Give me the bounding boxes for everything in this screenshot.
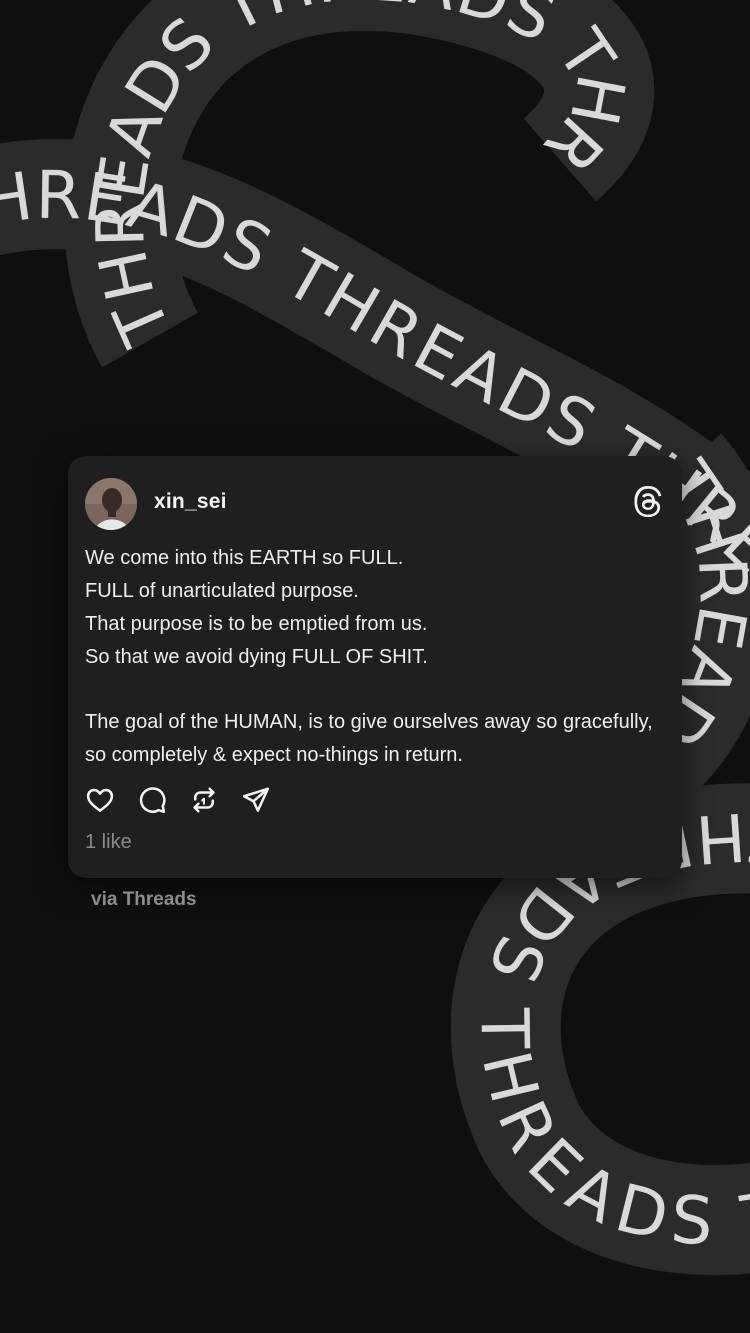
like-button[interactable] xyxy=(84,784,116,816)
repost-icon xyxy=(193,787,215,813)
post-text: We come into this EARTH so FULL. FULL of… xyxy=(85,542,665,772)
like-count[interactable]: 1 like xyxy=(85,831,132,854)
repost-button[interactable] xyxy=(188,784,220,816)
threads-logo-icon xyxy=(632,486,664,518)
username[interactable]: xin_sei xyxy=(154,490,227,514)
avatar[interactable] xyxy=(85,478,137,530)
action-bar xyxy=(84,784,292,816)
profile-photo xyxy=(85,478,137,530)
post-line-3: That purpose is to be emptied from us. xyxy=(85,613,428,635)
post-line-2: FULL of unarticulated purpose. xyxy=(85,580,359,602)
heart-icon xyxy=(86,788,114,812)
comment-button[interactable] xyxy=(136,784,168,816)
comment-icon xyxy=(139,787,166,814)
post-paragraph-2: The goal of the HUMAN, is to give oursel… xyxy=(85,711,653,766)
post-card[interactable]: xin_sei We come into this EARTH so FULL.… xyxy=(68,456,682,878)
via-threads-caption: via Threads xyxy=(91,889,197,910)
share-button[interactable] xyxy=(240,784,272,816)
post-line-4: So that we avoid dying FULL OF SHIT. xyxy=(85,646,428,668)
share-icon xyxy=(242,787,270,812)
post-line-1: We come into this EARTH so FULL. xyxy=(85,547,404,569)
